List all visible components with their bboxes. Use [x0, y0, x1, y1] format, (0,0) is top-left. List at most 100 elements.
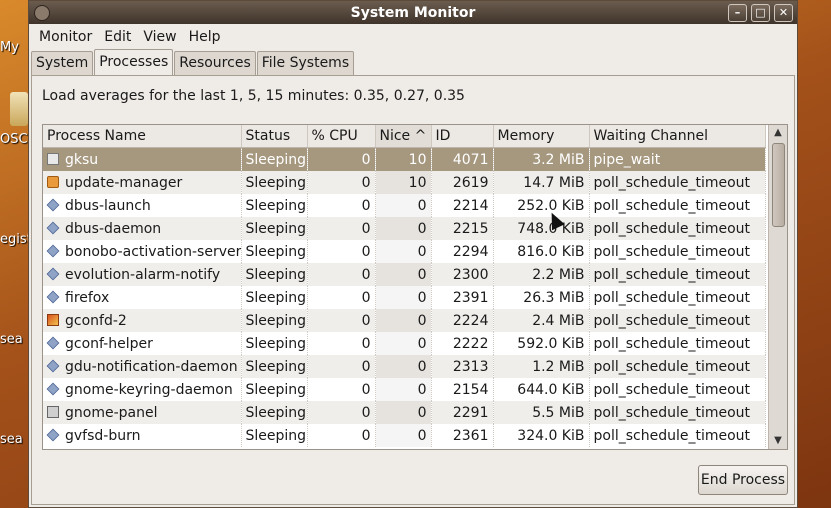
cell-nice: 0	[375, 309, 432, 332]
table-row[interactable]: dbus-daemon Sleeping 0 0 2215 748.0 KiB poll_s…	[43, 217, 766, 240]
cell-status: Sleeping	[241, 286, 308, 309]
cell-id: 2214	[431, 194, 494, 217]
column-process-name[interactable]: Process Name	[43, 125, 242, 148]
column-cpu[interactable]: % CPU	[307, 125, 376, 148]
cell-id: 2300	[431, 263, 494, 286]
table-row[interactable]: bonobo-activation-server Sleeping 0 0 2294 81…	[43, 240, 766, 263]
cell-cpu: 0	[307, 240, 376, 263]
cell-cpu: 0	[307, 401, 376, 424]
cell-memory: 3.2 MiB	[493, 147, 590, 171]
table-row[interactable]: gnome-panel Sleeping 0 0 2291 5.5 MiB poll_sch…	[43, 401, 766, 424]
column-id[interactable]: ID	[431, 125, 494, 148]
tab-processes[interactable]: Processes	[94, 49, 174, 75]
column-nice[interactable]: Nice ^	[375, 125, 432, 148]
cell-id: 2215	[431, 217, 494, 240]
cell-waiting-channel: poll_schedule_timeout	[589, 332, 766, 355]
end-process-button[interactable]: End Process	[698, 465, 788, 495]
cell-memory: 1.2 MiB	[493, 355, 590, 378]
cell-nice: 0	[375, 263, 432, 286]
titlebar[interactable]: System Monitor – □ ✕	[29, 1, 797, 24]
cell-process-name: dbus-daemon	[43, 217, 242, 240]
window-menu-icon[interactable]	[34, 5, 50, 21]
desktop-icon[interactable]	[10, 92, 28, 126]
cell-waiting-channel: poll_schedule_timeout	[589, 309, 766, 332]
close-button[interactable]: ✕	[774, 4, 793, 22]
scrollbar-thumb[interactable]	[772, 143, 785, 227]
scroll-up-icon[interactable]: ▲	[769, 125, 787, 141]
menu-view[interactable]: View	[137, 29, 182, 45]
vertical-scrollbar[interactable]: ▲ ▼	[768, 125, 787, 449]
processes-panel: Load averages for the last 1, 5, 15 minu…	[31, 75, 795, 505]
desktop-icon-label[interactable]: sea	[0, 432, 30, 447]
table-row[interactable]: firefox Sleeping 0 0 2391 26.3 MiB poll_schedu…	[43, 286, 766, 309]
cell-nice: 0	[375, 378, 432, 401]
process-icon	[46, 244, 60, 257]
cell-memory: 2.4 MiB	[493, 309, 590, 332]
tab-bar: System Processes Resources File Systems	[31, 49, 355, 75]
menu-monitor[interactable]: Monitor	[33, 29, 98, 45]
cell-nice: 0	[375, 332, 432, 355]
desktop-icon-label[interactable]: OSC	[0, 132, 30, 147]
process-name: gvfsd-burn	[65, 427, 141, 444]
cell-process-name: firefox	[43, 286, 242, 309]
cell-nice: 0	[375, 401, 432, 424]
cell-id: 2224	[431, 309, 494, 332]
tab-file-systems[interactable]: File Systems	[256, 51, 355, 75]
cell-status: Sleeping	[241, 378, 308, 401]
column-status[interactable]: Status	[241, 125, 308, 148]
menu-help[interactable]: Help	[183, 29, 227, 45]
table-row[interactable]: gvfsd-burn Sleeping 0 0 2361 324.0 KiB poll_sc…	[43, 424, 766, 447]
process-icon	[46, 267, 60, 280]
process-name: firefox	[65, 289, 110, 306]
cell-id: 2361	[431, 424, 494, 447]
window-title: System Monitor	[350, 4, 476, 21]
process-icon	[46, 290, 60, 303]
process-name: bonobo-activation-server	[65, 243, 241, 260]
cell-nice: 0	[375, 286, 432, 309]
cell-id: 2313	[431, 355, 494, 378]
cell-process-name: gksu	[43, 147, 242, 171]
cell-waiting-channel: poll_schedule_timeout	[589, 355, 766, 378]
cell-cpu: 0	[307, 378, 376, 401]
scroll-down-icon[interactable]: ▼	[769, 433, 787, 449]
table-row[interactable]: evolution-alarm-notify Sleeping 0 0 2300 2.2 …	[43, 263, 766, 286]
cell-waiting-channel: pipe_wait	[589, 147, 766, 171]
cell-status: Sleeping	[241, 240, 308, 263]
cell-status: Sleeping	[241, 194, 308, 217]
cell-status: Sleeping	[241, 401, 308, 424]
cell-waiting-channel: poll_schedule_timeout	[589, 263, 766, 286]
process-icon	[46, 198, 60, 211]
cell-status: Sleeping	[241, 171, 308, 194]
cell-status: Sleeping	[241, 147, 308, 171]
menu-edit[interactable]: Edit	[98, 29, 137, 45]
cell-memory: 5.5 MiB	[493, 401, 590, 424]
cell-memory: 26.3 MiB	[493, 286, 590, 309]
maximize-button[interactable]: □	[751, 4, 770, 22]
table-row[interactable]: gconf-helper Sleeping 0 0 2222 592.0 KiB poll_…	[43, 332, 766, 355]
cell-waiting-channel: poll_schedule_timeout	[589, 378, 766, 401]
table-row[interactable]: dbus-launch Sleeping 0 0 2214 252.0 KiB poll_s…	[43, 194, 766, 217]
table-row[interactable]: gdu-notification-daemon Sleeping 0 0 2313 1.2…	[43, 355, 766, 378]
cell-waiting-channel: poll_schedule_timeout	[589, 171, 766, 194]
table-row[interactable]: update-manager Sleeping 0 10 2619 14.7 MiB pol…	[43, 171, 766, 194]
cell-process-name: update-manager	[43, 171, 242, 194]
desktop-icon-label[interactable]: My	[0, 40, 30, 55]
table-row[interactable]: gconfd-2 Sleeping 0 0 2224 2.4 MiB poll_schedu…	[43, 309, 766, 332]
tab-resources[interactable]: Resources	[174, 51, 256, 75]
cell-id: 2619	[431, 171, 494, 194]
update-manager-icon	[47, 175, 59, 188]
desktop-icon-label[interactable]: egist	[0, 232, 30, 247]
cell-process-name: gconfd-2	[43, 309, 242, 332]
cell-cpu: 0	[307, 309, 376, 332]
cell-process-name: dbus-launch	[43, 194, 242, 217]
column-memory[interactable]: Memory	[493, 125, 590, 148]
cell-waiting-channel: poll_schedule_timeout	[589, 286, 766, 309]
minimize-button[interactable]: –	[728, 4, 747, 22]
desktop-icon-label[interactable]: sea	[0, 332, 30, 347]
column-waiting-channel[interactable]: Waiting Channel	[589, 125, 766, 148]
table-row[interactable]: gnome-keyring-daemon Sleeping 0 0 2154 644.0 …	[43, 378, 766, 401]
cell-process-name: bonobo-activation-server	[43, 240, 242, 263]
table-row[interactable]: gksu Sleeping 0 10 4071 3.2 MiB pipe_wait	[43, 147, 766, 171]
tab-system[interactable]: System	[31, 51, 94, 75]
cell-memory: 2.2 MiB	[493, 263, 590, 286]
